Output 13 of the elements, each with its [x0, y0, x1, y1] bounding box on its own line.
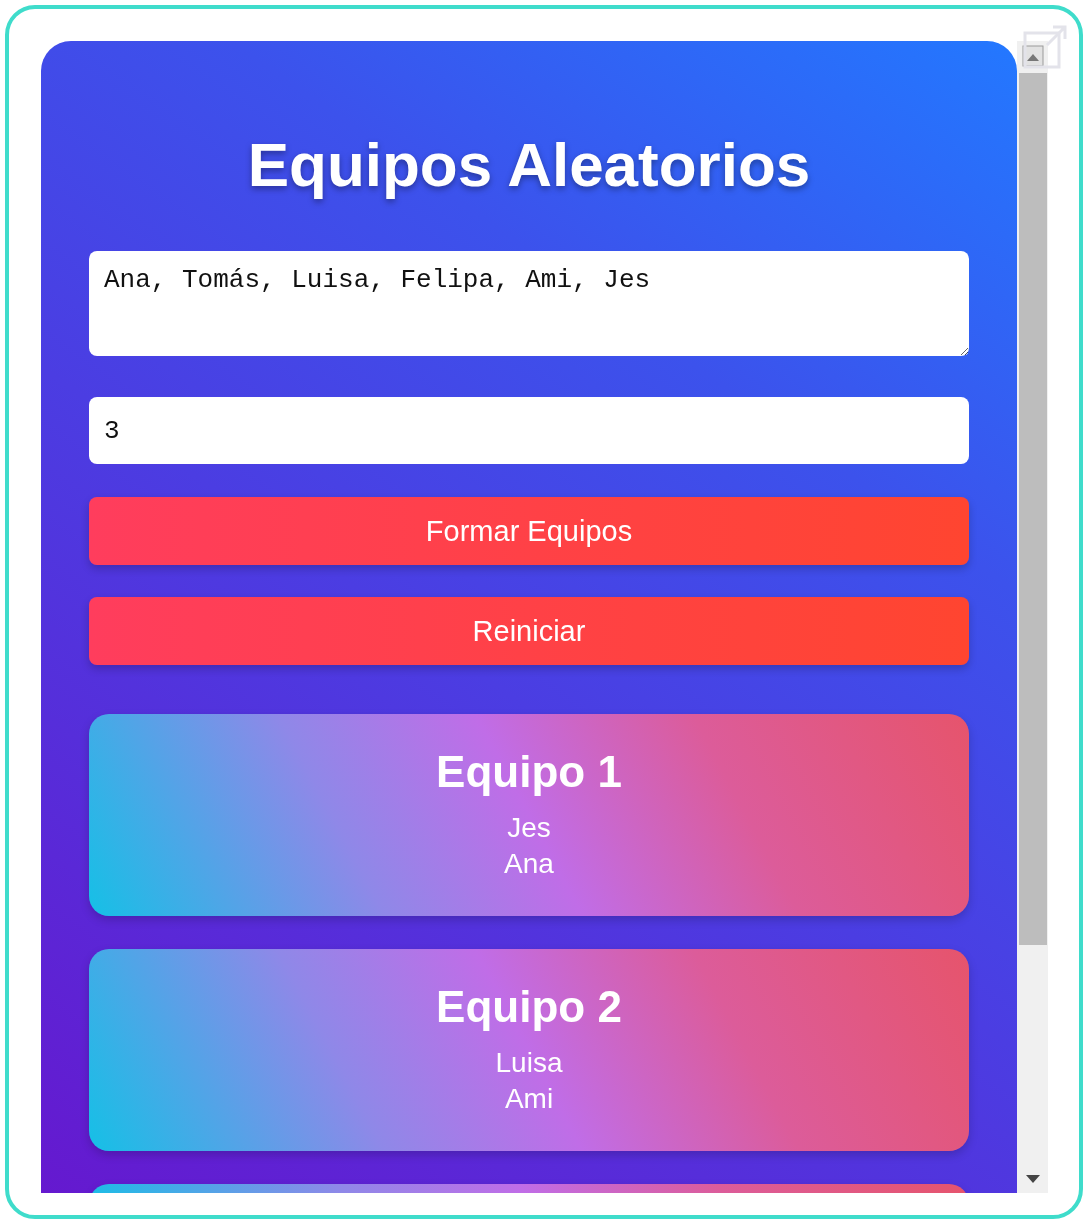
scrollbar-thumb[interactable] — [1018, 73, 1047, 945]
fullscreen-icon[interactable] — [1023, 23, 1069, 69]
app-title: Equipos Aleatorios — [246, 129, 812, 201]
names-field[interactable]: Ana, Tomás, Luisa, Felipa, Ami, Jes — [89, 251, 969, 356]
team-count-field[interactable]: 3 — [89, 397, 969, 464]
team-member: Ana — [504, 847, 554, 881]
team-member: Luisa — [495, 1046, 563, 1080]
team-title: Equipo 2 — [436, 981, 622, 1033]
team-title: Equipo 1 — [436, 746, 622, 798]
scroll-down-icon[interactable] — [1025, 1175, 1040, 1183]
team-member: Jes — [507, 811, 551, 845]
team-member: Ami — [504, 1082, 554, 1116]
scrollbar[interactable] — [1017, 41, 1048, 1193]
